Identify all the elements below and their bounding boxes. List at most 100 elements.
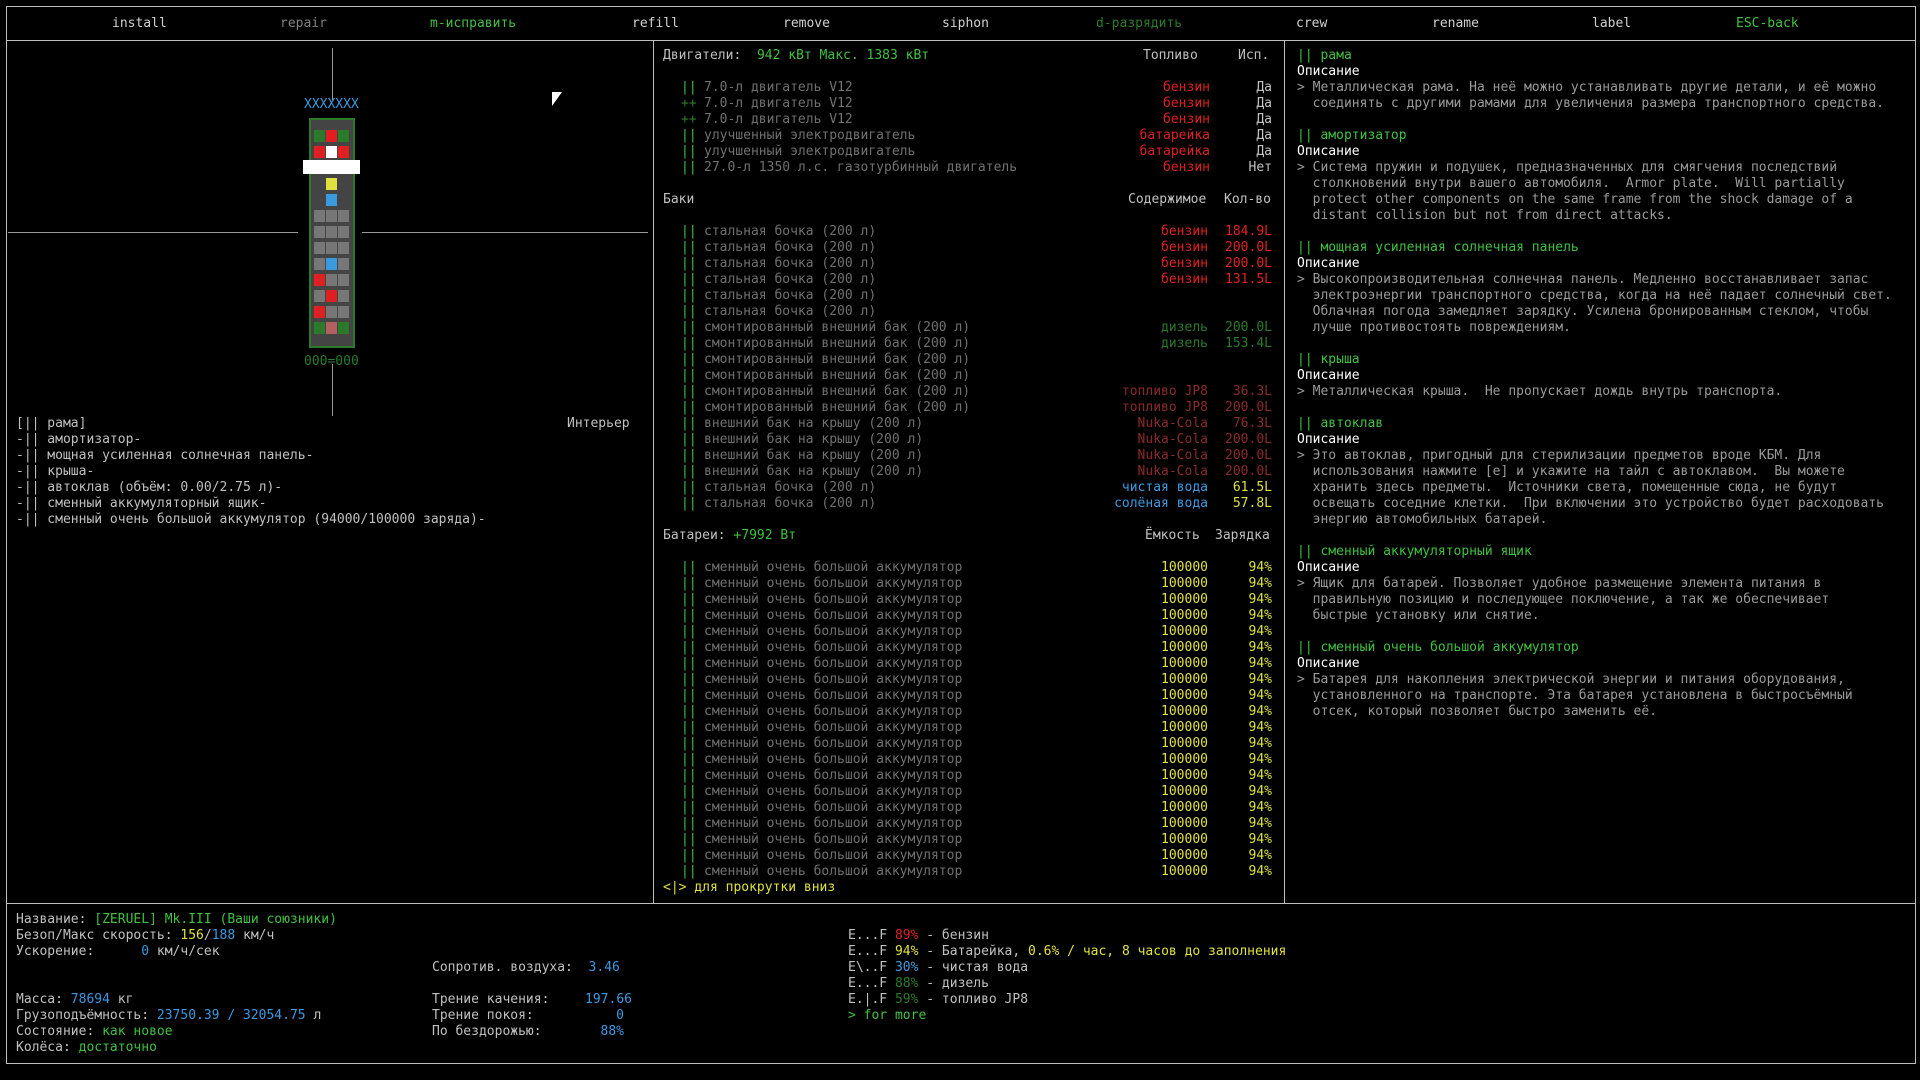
more-hint[interactable]: > for more [848, 1008, 926, 1024]
battery-mark: || [681, 608, 697, 623]
part-item[interactable]: -|| мощная усиленная солнечная панель- [16, 448, 313, 464]
menu-item-9[interactable]: label [1592, 16, 1631, 32]
engine-name[interactable]: 7.0-л двигатель V12 [704, 96, 853, 112]
tank-name[interactable]: смонтированный внешний бак (200 л) [704, 384, 970, 400]
description-title: || мощная усиленная солнечная панель [1297, 240, 1579, 255]
stat-wheels: Колёса: достаточно [16, 1040, 157, 1055]
battery-name[interactable]: сменный очень большой аккумулятор [704, 672, 962, 688]
fuel-gauge-percent: 89% [894, 928, 919, 943]
battery-mark: || [681, 640, 697, 655]
battery-mark: || [681, 560, 697, 575]
vehicle-tile [338, 130, 349, 142]
tanks-col-qty: Кол-во [1224, 192, 1271, 207]
tank-mark: || [681, 480, 697, 495]
menu-item-1[interactable]: repair [280, 16, 327, 32]
schematic-frame-label [303, 160, 360, 174]
engine-fuel: бензин [1163, 80, 1210, 95]
battery-name[interactable]: сменный очень большой аккумулятор [704, 832, 962, 848]
parts-header[interactable]: [|| рама] [16, 416, 86, 432]
tank-name[interactable]: смонтированный внешний бак (200 л) [704, 400, 970, 416]
tank-name[interactable]: стальная бочка (200 л) [704, 304, 876, 320]
engine-name[interactable]: 7.0-л двигатель V12 [704, 112, 853, 128]
tank-name[interactable]: стальная бочка (200 л) [704, 224, 876, 240]
battery-name[interactable]: сменный очень большой аккумулятор [704, 704, 962, 720]
battery-capacity: 100000 [1161, 640, 1208, 655]
battery-name[interactable]: сменный очень большой аккумулятор [704, 624, 962, 640]
tank-mark: || [681, 304, 697, 319]
tank-name[interactable]: смонтированный внешний бак (200 л) [704, 352, 970, 368]
battery-name[interactable]: сменный очень большой аккумулятор [704, 816, 962, 832]
tank-name[interactable]: внешний бак на крышу (200 л) [704, 416, 923, 432]
tank-name[interactable]: внешний бак на крышу (200 л) [704, 464, 923, 480]
tank-name[interactable]: стальная бочка (200 л) [704, 288, 876, 304]
vehicle-tile [326, 306, 337, 318]
battery-name[interactable]: сменный очень большой аккумулятор [704, 688, 962, 704]
menu-item-8[interactable]: rename [1432, 16, 1479, 32]
engine-mark: ++ [681, 96, 697, 111]
part-item[interactable]: -|| автоклав (объём: 0.00/2.75 л)- [16, 480, 282, 496]
battery-name[interactable]: сменный очень большой аккумулятор [704, 752, 962, 768]
battery-name[interactable]: сменный очень большой аккумулятор [704, 720, 962, 736]
battery-name[interactable]: сменный очень большой аккумулятор [704, 608, 962, 624]
battery-name[interactable]: сменный очень большой аккумулятор [704, 864, 962, 880]
menu-item-3[interactable]: refill [632, 16, 679, 32]
part-item[interactable]: -|| крыша- [16, 464, 94, 480]
tank-name[interactable]: стальная бочка (200 л) [704, 480, 876, 496]
battery-name[interactable]: сменный очень большой аккумулятор [704, 656, 962, 672]
engine-name[interactable]: улучшенный электродвигатель [704, 144, 915, 160]
engine-name[interactable]: 7.0-л двигатель V12 [704, 80, 853, 96]
tank-name[interactable]: внешний бак на крышу (200 л) [704, 448, 923, 464]
battery-mark: || [681, 848, 697, 863]
battery-capacity: 100000 [1161, 656, 1208, 671]
engine-use: Да [1256, 96, 1272, 111]
tank-name[interactable]: стальная бочка (200 л) [704, 496, 876, 512]
engine-name[interactable]: 27.0-л 1350 л.с. газотурбинный двигатель [704, 160, 1017, 176]
vehicle-tile [314, 130, 325, 142]
menu-item-2[interactable]: m-исправить [430, 16, 516, 32]
battery-name[interactable]: сменный очень большой аккумулятор [704, 592, 962, 608]
stat-offroad: По бездорожью: [432, 1024, 542, 1039]
battery-name[interactable]: сменный очень большой аккумулятор [704, 736, 962, 752]
fuel-gauge-bar: E.|.F [848, 992, 888, 1007]
battery-name[interactable]: сменный очень большой аккумулятор [704, 784, 962, 800]
menu-item-4[interactable]: remove [783, 16, 830, 32]
menu-item-5[interactable]: siphon [942, 16, 989, 32]
menu-item-10[interactable]: ESC-back [1736, 16, 1799, 32]
battery-capacity: 100000 [1161, 720, 1208, 735]
battery-charge: 94% [1248, 736, 1272, 751]
part-item[interactable]: -|| амортизатор- [16, 432, 141, 448]
menu-item-7[interactable]: crew [1296, 16, 1327, 32]
battery-capacity: 100000 [1161, 864, 1208, 879]
parts-interior-label: Интерьер [567, 416, 630, 431]
battery-capacity: 100000 [1161, 784, 1208, 799]
description-title: || автоклав [1297, 416, 1384, 431]
engine-name[interactable]: улучшенный электродвигатель [704, 128, 915, 144]
battery-capacity: 100000 [1161, 848, 1208, 863]
part-item[interactable]: -|| сменный аккумуляторный ящик- [16, 496, 266, 512]
menu-item-0[interactable]: install [112, 16, 167, 32]
tank-qty: 200.0L [1225, 320, 1272, 335]
tank-name[interactable]: стальная бочка (200 л) [704, 256, 876, 272]
tank-name[interactable]: стальная бочка (200 л) [704, 240, 876, 256]
part-item[interactable]: -|| сменный очень большой аккумулятор (9… [16, 512, 486, 528]
battery-mark: || [681, 672, 697, 687]
battery-mark: || [681, 576, 697, 591]
fuel-gauge-row: E...F 88% - дизель [848, 976, 989, 992]
battery-name[interactable]: сменный очень большой аккумулятор [704, 768, 962, 784]
description-label: Описание [1297, 560, 1360, 575]
fuel-gauge-percent: 88% [894, 976, 919, 991]
battery-mark: || [681, 800, 697, 815]
tank-name[interactable]: смонтированный внешний бак (200 л) [704, 320, 970, 336]
menu-item-6[interactable]: d-разрядить [1096, 16, 1182, 32]
battery-name[interactable]: сменный очень большой аккумулятор [704, 560, 962, 576]
fuel-gauge-percent: 59% [894, 992, 919, 1007]
tank-name[interactable]: смонтированный внешний бак (200 л) [704, 368, 970, 384]
tank-name[interactable]: смонтированный внешний бак (200 л) [704, 336, 970, 352]
tank-name[interactable]: внешний бак на крышу (200 л) [704, 432, 923, 448]
tank-name[interactable]: стальная бочка (200 л) [704, 272, 876, 288]
description-title: || рама [1297, 48, 1352, 63]
battery-name[interactable]: сменный очень большой аккумулятор [704, 576, 962, 592]
battery-name[interactable]: сменный очень большой аккумулятор [704, 640, 962, 656]
battery-name[interactable]: сменный очень большой аккумулятор [704, 848, 962, 864]
battery-name[interactable]: сменный очень большой аккумулятор [704, 800, 962, 816]
